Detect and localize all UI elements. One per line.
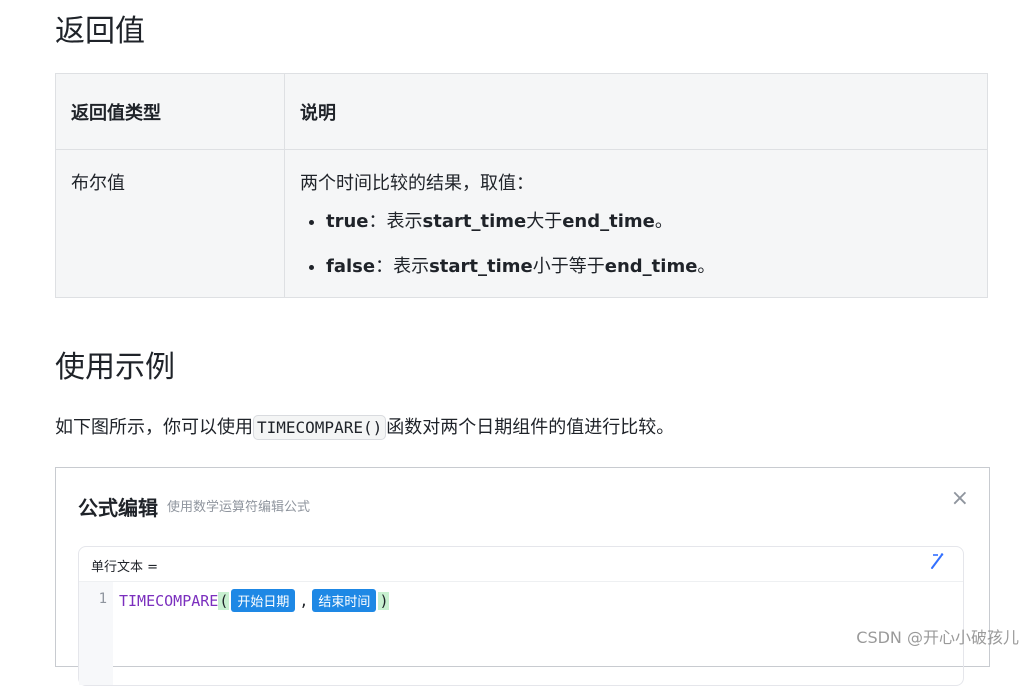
para-before: 如下图所示，你可以使用 [55, 417, 253, 438]
value-key: false [326, 256, 376, 277]
formula-editor[interactable]: 单行文本 = 1 TIMECOMPARE(开始日期, 结束时间) [78, 546, 964, 686]
value-key: true [326, 211, 369, 232]
function-name: TIMECOMPARE [119, 591, 219, 610]
value-list: true：表示start_time大于end_time。 false：表示sta… [300, 210, 972, 279]
editor-header: 单行文本 = [79, 547, 963, 582]
value-mid: 大于 [526, 211, 563, 232]
column-header-desc: 说明 [284, 73, 988, 150]
field-tag-end-time[interactable]: 结束时间 [312, 589, 377, 612]
close-paren: ) [378, 591, 390, 610]
section-title-return: 返回值 [55, 14, 145, 49]
field-label: 单行文本 = [91, 560, 159, 575]
line-number: 1 [98, 591, 107, 607]
cell-desc: 两个时间比较的结果，取值： true：表示start_time大于end_tim… [284, 149, 988, 298]
param-b: end_time [604, 256, 698, 277]
watermark: CSDN @开心小破孩儿 [856, 628, 1019, 647]
close-icon[interactable]: × [951, 488, 969, 510]
value-end: 。 [697, 256, 716, 277]
param-a: start_time [429, 256, 533, 277]
dialog-subtitle: 使用数学运算符编辑公式 [167, 500, 311, 515]
value-sep: ：表示 [368, 211, 423, 232]
line-gutter: 1 [79, 582, 113, 685]
value-mid: 小于等于 [532, 256, 605, 277]
field-tag-start-date[interactable]: 开始日期 [231, 589, 296, 612]
dialog-title: 公式编辑 [78, 496, 158, 520]
example-paragraph: 如下图所示，你可以使用 TIMECOMPARE() 函数对两个日期组件的值进行比较。 [55, 412, 674, 444]
table-row: 布尔值 两个时间比较的结果，取值： true：表示start_time大于end… [55, 149, 988, 298]
list-item: true：表示start_time大于end_time。 [326, 210, 972, 234]
column-header-type: 返回值类型 [55, 73, 285, 150]
desc-intro: 两个时间比较的结果，取值： [300, 173, 534, 194]
formula-editor-screenshot: 公式编辑 使用数学运算符编辑公式 × 单行文本 = 1 TIMECOMPARE(… [55, 467, 990, 686]
open-paren: ( [218, 591, 230, 610]
magic-wand-icon[interactable] [929, 552, 945, 575]
value-end: 。 [654, 211, 673, 232]
param-a: start_time [422, 211, 527, 232]
section-title-example: 使用示例 [55, 350, 175, 385]
formula-code-line[interactable]: TIMECOMPARE(开始日期, 结束时间) [119, 589, 390, 612]
list-item: false：表示start_time小于等于end_time。 [326, 255, 972, 279]
value-sep: ：表示 [375, 256, 430, 277]
table-header-row: 返回值类型 说明 [55, 73, 988, 150]
comma: , [299, 591, 309, 610]
return-value-table: 返回值类型 说明 布尔值 两个时间比较的结果，取值： true：表示start_… [55, 73, 988, 298]
para-after: 函数对两个日期组件的值进行比较。 [386, 417, 675, 438]
param-b: end_time [562, 211, 655, 232]
inline-code: TIMECOMPARE() [253, 415, 387, 440]
cell-type: 布尔值 [55, 149, 285, 298]
